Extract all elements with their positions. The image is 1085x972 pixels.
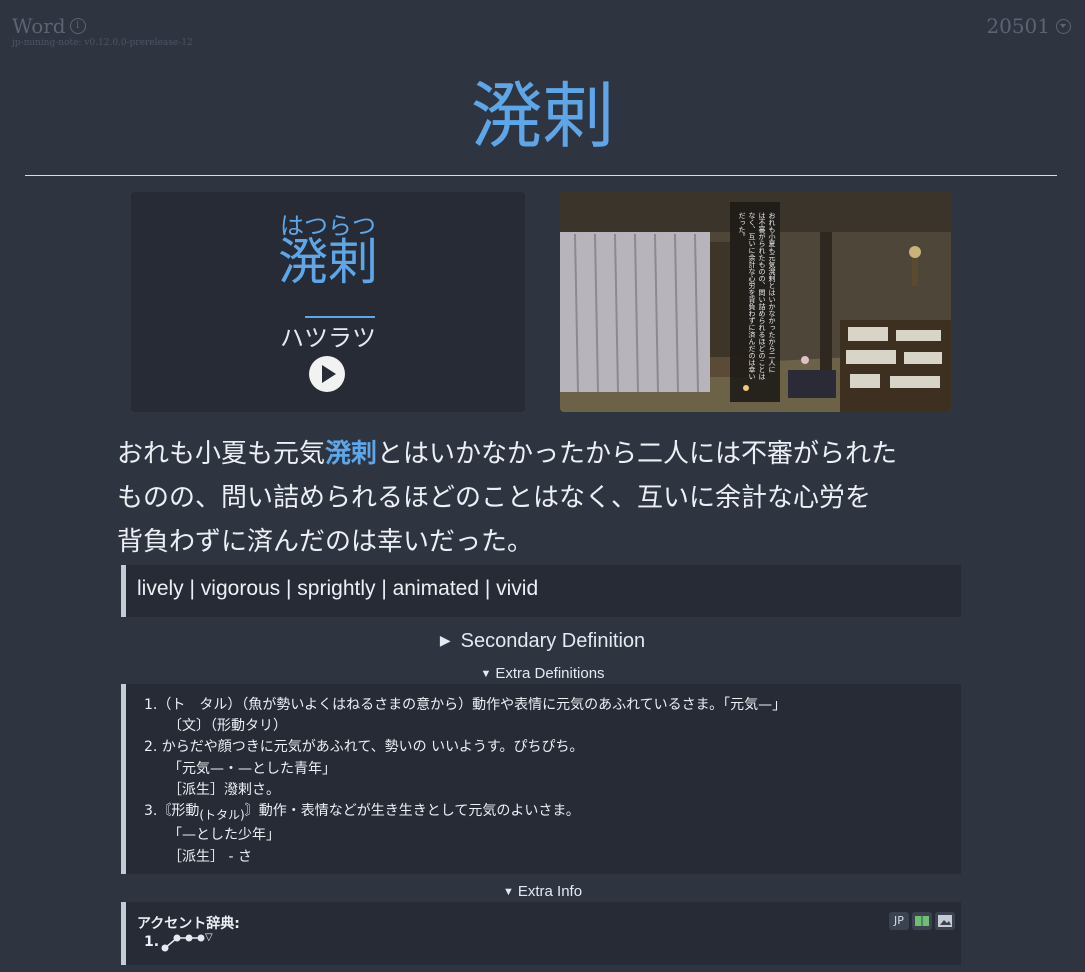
play-audio-button[interactable]	[309, 356, 345, 392]
primary-definition: lively | vigorous | sprightly | animated…	[121, 565, 961, 617]
book-icon[interactable]	[912, 912, 932, 930]
definition-line: 2. からだや顔つきに元気があふれて、勢いの いいようす。ぴちぴち。	[144, 739, 584, 755]
divider	[25, 175, 1057, 176]
extra-definitions-label: Extra Definitions	[495, 665, 605, 682]
caret-down-icon: ▼	[502, 886, 514, 898]
reading-panel: はつらつ 溌剌 ハツラツ	[131, 192, 525, 412]
card-id: 20501	[986, 14, 1050, 38]
caret-right-icon: ▶	[439, 632, 451, 648]
room-scene-picture: おれも小夏も元気溌剌とはいかなかったから二人に は不審がられたものの、問い詰めら…	[560, 192, 951, 412]
definition-subscript: (トタル)	[199, 808, 245, 822]
secondary-definition-label: Secondary Definition	[460, 630, 646, 652]
extra-definitions-toggle[interactable]: ▼ Extra Definitions	[0, 665, 1085, 682]
caret-down-icon: ▼	[480, 668, 492, 680]
sentence-line-2: ものの、問い詰められるほどのことはなく、互いに余計な心労を	[117, 483, 872, 513]
sentence-line-3: 背負わずに済んだのは幸いだった。	[117, 527, 534, 557]
screenshot-image[interactable]: おれも小夏も元気溌剌とはいかなかったから二人に は不審がられたものの、問い詰めら…	[560, 192, 951, 412]
definition-text: 3.〘形動	[144, 803, 200, 819]
definition-line: 〔文〕（形動タリ）	[168, 718, 287, 734]
definition-line: 「元気—・—とした青年」	[168, 761, 336, 777]
pitch-accent-tail: ▽	[205, 932, 213, 943]
jp-tag[interactable]: JP	[889, 912, 909, 930]
extra-info-panel: アクセント辞典: 1. ▽ JP	[121, 902, 961, 965]
note-type-label: Word	[12, 14, 66, 38]
definition-line: ［派生］潑剌さ。	[168, 782, 280, 798]
extra-info-label: Extra Info	[517, 883, 583, 900]
word-kanji: 溌剌	[278, 233, 378, 291]
image-icon[interactable]	[935, 912, 955, 930]
accent-item-number: 1.	[144, 934, 160, 950]
sentence-text: おれも小夏も元気	[117, 439, 326, 469]
definition-line: 1.（ト タル）（魚が勢いよくはねるさまの意から）動作や表情に元気のあふれている…	[144, 697, 787, 713]
headword: 溌剌	[470, 74, 615, 158]
definition-text: 〙動作・表情などが生き生きとして元気のよいさま。	[244, 803, 580, 819]
note-type-header: Word i	[12, 14, 86, 38]
definition-line: 3.〘形動(トタル)〙動作・表情などが生き生きとして元気のよいさま。	[144, 800, 580, 822]
example-sentence: おれも小夏も元気溌剌とはいかなかったから二人には不審がられた ものの、問い詰めら…	[117, 432, 977, 564]
secondary-definition-toggle[interactable]: ▶ Secondary Definition	[0, 630, 1085, 653]
reading-katakana: ハツラツ	[280, 324, 376, 352]
version-label: jp-mining-note: v0.12.0.0-prerelease-12	[12, 38, 193, 48]
screenshot-text-col1: おれも小夏も元気溌剌とはいかなかったから二人に	[768, 212, 776, 373]
extra-info-toggle[interactable]: ▼ Extra Info	[0, 883, 1085, 900]
sentence-line-1: おれも小夏も元気溌剌とはいかなかったから二人には不審がられた	[117, 432, 977, 476]
screenshot-text-col4: だった。	[738, 212, 746, 240]
screenshot-text-col3: なく、互いに余計な心労を背負わずに済んだのは幸い	[748, 212, 756, 380]
screenshot-text-col2: は不審がられたものの、問い詰められるほどのことは	[758, 212, 766, 380]
chevron-down-icon[interactable]	[1056, 18, 1071, 34]
sentence-text: とはいかなかったから二人には不審がられた	[377, 439, 898, 469]
card-id-header[interactable]: 20501	[986, 14, 1071, 38]
sentence-highlight: 溌剌	[325, 439, 378, 469]
info-icon[interactable]: i	[69, 18, 86, 34]
definition-line: ［派生］ - さ	[168, 849, 252, 865]
extra-definitions-panel: 1.（ト タル）（魚が勢いよくはねるさまの意から）動作や表情に元気のあふれている…	[121, 684, 961, 874]
definition-line: 「—とした少年」	[168, 827, 280, 843]
